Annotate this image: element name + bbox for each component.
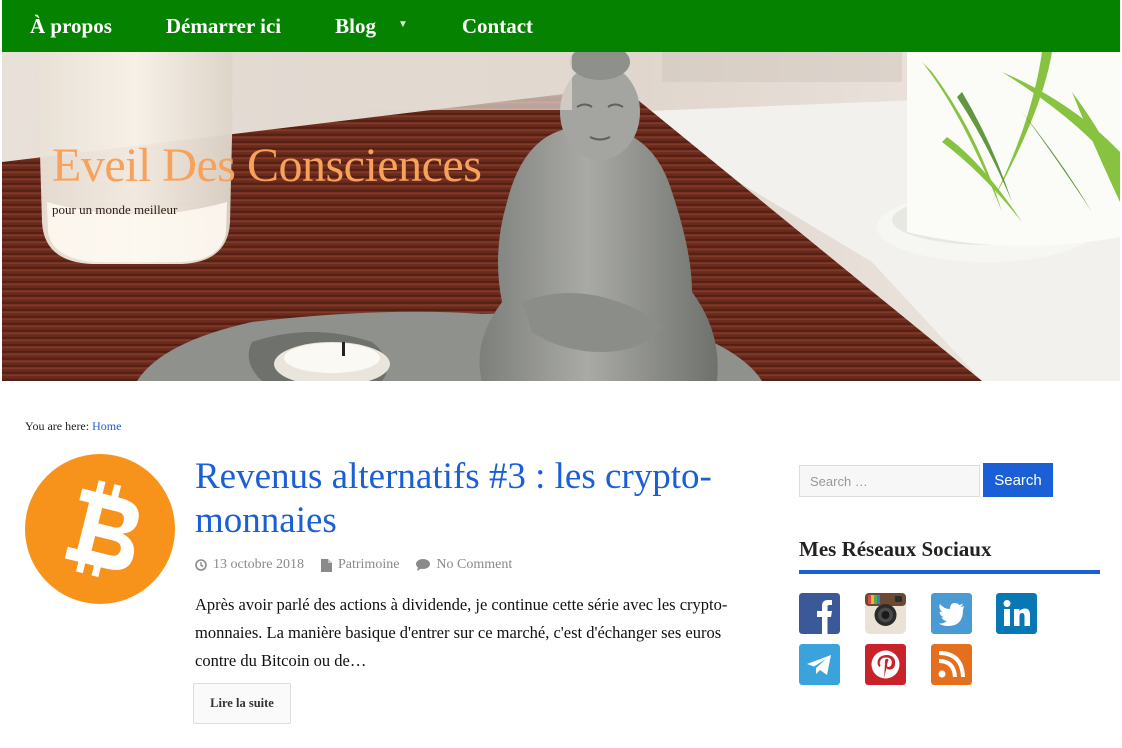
post-date: 13 octobre 2018 [195, 557, 304, 573]
post-comments[interactable]: No Comment [416, 557, 512, 573]
post-thumbnail[interactable] [25, 454, 175, 604]
clock-icon [195, 559, 207, 571]
post-category-text: Patrimoine [337, 557, 400, 572]
post-meta: 13 octobre 2018 Patrimoine No Comment [195, 557, 529, 573]
telegram-icon[interactable] [799, 644, 840, 685]
nav-item-blog[interactable]: Blog ▼ [335, 14, 408, 39]
nav-item-label: Démarrer ici [165, 13, 282, 38]
nav-item-a-propos[interactable]: À propos [30, 14, 112, 39]
file-icon [320, 558, 332, 572]
instagram-icon[interactable] [865, 593, 906, 634]
main-navigation: À propos Démarrer ici Blog ▼ Contact [2, 0, 1120, 52]
search-button[interactable]: Search [983, 463, 1053, 497]
post-comments-text: No Comment [436, 557, 513, 572]
chevron-down-icon: ▼ [397, 18, 408, 30]
post-excerpt: Après avoir parlé des actions à dividend… [195, 595, 728, 670]
post-title[interactable]: Revenus alternatifs #3 : les crypto-monn… [195, 455, 765, 543]
breadcrumb-prefix: You are here: [25, 419, 90, 433]
facebook-icon[interactable] [799, 593, 840, 634]
rss-icon[interactable] [931, 644, 972, 685]
pinterest-icon[interactable] [865, 644, 906, 685]
breadcrumb-home-link[interactable]: Home [92, 419, 121, 433]
bitcoin-icon [25, 454, 175, 604]
social-widget-title: Mes Réseaux Sociaux [799, 537, 992, 561]
site-title[interactable]: Eveil Des Consciences [52, 138, 482, 193]
site-tagline: pour un monde meilleur [52, 202, 178, 217]
comment-icon [416, 559, 431, 571]
nav-item-label: Contact [461, 13, 534, 38]
read-more-button[interactable]: Lire la suite [193, 683, 291, 724]
nav-item-label: Blog [335, 13, 376, 38]
nav-item-contact[interactable]: Contact [462, 14, 533, 39]
nav-item-demarrer-ici[interactable]: Démarrer ici [166, 14, 281, 39]
linkedin-icon[interactable] [996, 593, 1037, 634]
post-date-text: 13 octobre 2018 [213, 557, 304, 572]
nav-item-label: À propos [30, 13, 112, 38]
post-category[interactable]: Patrimoine [320, 557, 400, 573]
widget-title-underline [799, 570, 1100, 574]
header-banner: Eveil Des Consciences pour un monde meil… [2, 52, 1120, 381]
twitter-icon[interactable] [931, 593, 972, 634]
search-input[interactable] [799, 465, 980, 497]
breadcrumb: You are here: Home [25, 419, 121, 434]
